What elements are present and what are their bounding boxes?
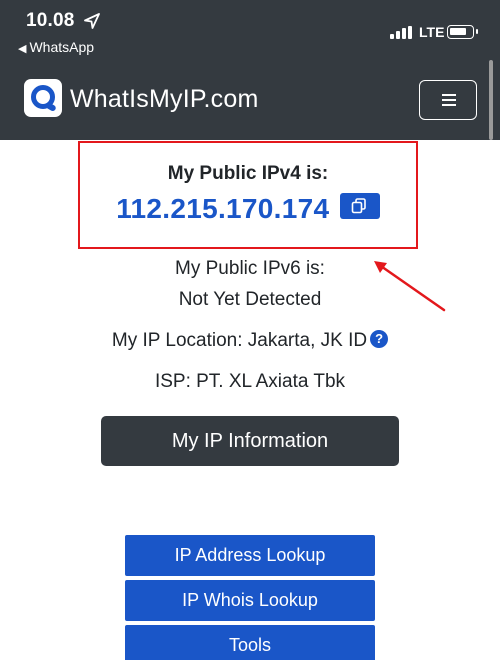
- battery-icon: [447, 25, 478, 39]
- navbar: WhatIsMyIP.com: [0, 58, 500, 140]
- location-arrow-icon: [84, 13, 100, 29]
- my-ip-information-button[interactable]: My IP Information: [101, 416, 399, 466]
- ipv4-row: 112.215.170.174: [80, 193, 416, 225]
- ip-whois-lookup-button[interactable]: IP Whois Lookup: [125, 580, 375, 621]
- whatismyip-logo-icon[interactable]: [24, 79, 62, 117]
- brand-name[interactable]: WhatIsMyIP.com: [70, 85, 259, 114]
- ipv4-label: My Public IPv4 is:: [167, 163, 329, 184]
- ipv4-address: 112.215.170.174: [116, 193, 330, 224]
- cellular-signal-icon: [390, 26, 414, 39]
- status-time: 10.08: [26, 10, 75, 31]
- copy-icon: [351, 198, 366, 214]
- isp-text: ISP: PT. XL Axiata Tbk: [154, 371, 346, 392]
- copy-ip-button[interactable]: [339, 193, 380, 219]
- hamburger-menu-icon: [442, 94, 456, 106]
- menu-toggle-button[interactable]: [419, 80, 477, 120]
- ipv6-label: My Public IPv6 is:: [175, 258, 325, 279]
- ipv6-value: Not Yet Detected: [178, 289, 322, 310]
- ip-address-lookup-button[interactable]: IP Address Lookup: [125, 535, 375, 576]
- status-bar: 10.08 ◀ WhatsApp LTE: [0, 0, 500, 58]
- ip-location-text: My IP Location: Jakarta, JK ID: [111, 330, 368, 351]
- back-to-app-link[interactable]: ◀ WhatsApp: [18, 39, 94, 55]
- scrollbar-thumb[interactable]: [489, 60, 493, 140]
- question-circle-icon[interactable]: ?: [370, 329, 389, 348]
- ipv4-highlight-box: My Public IPv4 is: 112.215.170.174: [78, 141, 418, 249]
- back-triangle-icon: ◀: [18, 43, 27, 55]
- back-app-label: WhatsApp: [29, 39, 95, 55]
- network-type: LTE: [419, 24, 445, 40]
- ip-location: My IP Location: Jakarta, JK ID?: [0, 329, 500, 352]
- tools-button[interactable]: Tools: [125, 625, 375, 660]
